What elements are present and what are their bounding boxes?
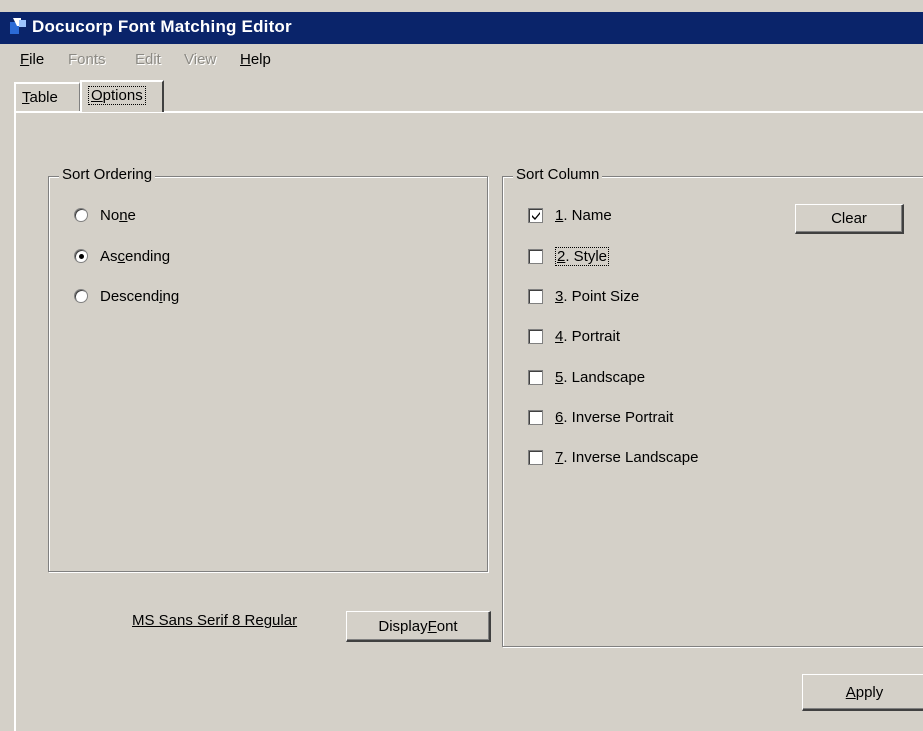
checkbox-style[interactable]: 2. Style <box>528 245 610 267</box>
menu-help[interactable]: Help <box>240 51 271 68</box>
menu-fonts[interactable]: Fonts <box>68 51 106 68</box>
current-font-label: MS Sans Serif 8 Regular <box>132 612 298 629</box>
sort-ordering-group: Sort Ordering <box>48 166 488 572</box>
display-font-label-rest: ont <box>436 617 458 635</box>
checkbox-landscape[interactable]: 5. Landscape <box>528 366 645 388</box>
checkbox-landscape-label: 5. Landscape <box>555 368 646 386</box>
app-window: Docucorp Font Matching Editor File Fonts… <box>0 0 923 731</box>
radio-ascending-label: Ascending <box>100 247 171 265</box>
tab-options-focus: Options <box>88 86 146 105</box>
sort-ordering-label: Sort Ordering <box>59 166 156 183</box>
menu-edit[interactable]: Edit <box>135 51 161 68</box>
checkbox-point-size-box[interactable] <box>528 288 543 304</box>
radio-descending[interactable]: Descending <box>74 285 179 307</box>
apply-label: pply <box>855 683 884 701</box>
title-bar[interactable]: Docucorp Font Matching Editor <box>0 12 923 44</box>
tab-options-mnemonic: O <box>91 87 103 104</box>
menu-file[interactable]: File <box>20 51 44 68</box>
apply-mnemonic: A <box>845 683 856 701</box>
checkbox-inverse-landscape[interactable]: 7. Inverse Landscape <box>528 446 698 468</box>
checkbox-style-label: 2. Style <box>555 246 610 266</box>
checkbox-inverse-portrait[interactable]: 6. Inverse Portrait <box>528 406 673 428</box>
tab-table-mnemonic: T <box>22 89 30 106</box>
tab-options[interactable]: Options <box>80 80 164 112</box>
tab-table-label: able <box>29 89 58 106</box>
menu-view[interactable]: View <box>184 51 216 68</box>
checkbox-portrait-box[interactable] <box>528 328 543 344</box>
checkbox-name-box[interactable] <box>528 207 543 223</box>
tab-options-label: ptions <box>102 87 143 104</box>
checkbox-name-label: 1. Name <box>555 206 612 224</box>
menu-help-label: elp <box>250 51 271 68</box>
checkbox-inverse-landscape-box[interactable] <box>528 449 543 465</box>
checkbox-name[interactable]: 1. Name <box>528 204 612 226</box>
display-font-button[interactable]: Display Font <box>346 611 491 642</box>
radio-ascending[interactable]: Ascending <box>74 245 170 267</box>
radio-ascending-circle[interactable] <box>74 249 88 263</box>
checkbox-inverse-portrait-label: 6. Inverse Portrait <box>555 408 674 426</box>
radio-descending-circle[interactable] <box>74 289 88 303</box>
menu-bar: File Fonts Edit View Help <box>0 48 923 74</box>
menu-file-label: ile <box>29 51 45 68</box>
clear-button[interactable]: Clear <box>795 204 904 234</box>
apply-button[interactable]: Apply <box>802 674 923 711</box>
display-font-mnemonic: F <box>427 617 437 635</box>
window-title: Docucorp Font Matching Editor <box>32 17 292 36</box>
checkbox-inverse-portrait-box[interactable] <box>528 409 543 425</box>
radio-none-label: None <box>100 206 136 224</box>
tab-table[interactable]: Table <box>14 82 80 112</box>
checkbox-portrait[interactable]: 4. Portrait <box>528 325 620 347</box>
radio-none-circle[interactable] <box>74 208 88 222</box>
checkbox-landscape-box[interactable] <box>528 369 543 385</box>
app-icon <box>10 18 26 34</box>
radio-selected-dot <box>79 254 84 259</box>
checkbox-style-box[interactable] <box>528 248 543 264</box>
checkbox-inverse-landscape-label: 7. Inverse Landscape <box>555 448 699 466</box>
checkmark-icon <box>532 211 540 220</box>
checkbox-point-size-label: 3. Point Size <box>555 287 640 305</box>
menu-help-mnemonic: H <box>240 51 251 68</box>
radio-descending-label: Descending <box>100 287 180 305</box>
checkbox-portrait-label: 4. Portrait <box>555 327 621 345</box>
display-font-label: Display <box>378 617 428 635</box>
sort-column-label: Sort Column <box>513 166 603 183</box>
checkbox-point-size[interactable]: 3. Point Size <box>528 285 639 307</box>
menu-file-mnemonic: F <box>20 51 30 68</box>
radio-none[interactable]: None <box>74 204 136 226</box>
